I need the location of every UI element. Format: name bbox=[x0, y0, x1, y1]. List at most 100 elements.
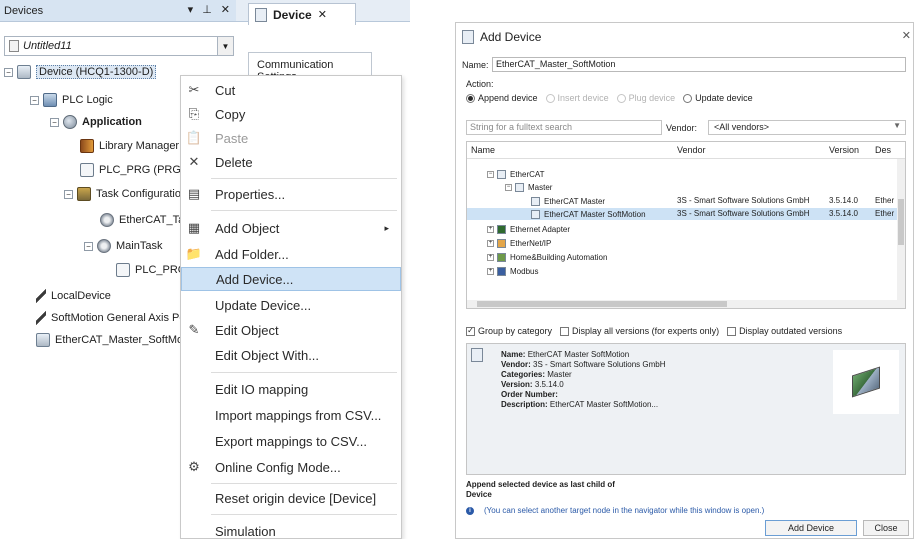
radio-insert-device[interactable]: Insert device bbox=[545, 93, 609, 103]
column-header-name[interactable]: Name bbox=[471, 145, 495, 155]
menu-item-reset-origin-device[interactable]: Reset origin device [Device] bbox=[181, 486, 401, 510]
add-device-button[interactable]: Add Device bbox=[765, 520, 857, 536]
tree-item-task-configuration[interactable]: − Task Configuration bbox=[64, 184, 187, 204]
vendor-select-value: <All vendors> bbox=[714, 122, 770, 132]
menu-item-edit-object-with[interactable]: Edit Object With... bbox=[181, 343, 401, 367]
tab-device[interactable]: Device ✕ bbox=[248, 3, 356, 25]
column-header-description[interactable]: Des bbox=[875, 145, 891, 155]
list-item-master[interactable]: − Master bbox=[467, 181, 899, 193]
list-item-modbus[interactable]: + Modbus bbox=[467, 265, 899, 277]
expand-icon[interactable]: + bbox=[487, 267, 494, 275]
checkbox-label: Group by category bbox=[478, 326, 553, 336]
close-icon[interactable]: ✕ bbox=[902, 29, 911, 42]
menu-item-import-mappings[interactable]: Import mappings from CSV... bbox=[181, 403, 401, 427]
vendor-select[interactable]: <All vendors> ▼ bbox=[708, 120, 906, 135]
expand-icon[interactable]: + bbox=[487, 239, 494, 247]
info-key: Vendor: bbox=[501, 360, 531, 369]
column-header-vendor[interactable]: Vendor bbox=[677, 145, 706, 155]
expand-icon[interactable]: + bbox=[487, 253, 494, 261]
info-version: Version: 3.5.14.0 bbox=[501, 380, 564, 389]
tree-item-plc-prg[interactable]: PLC_PRG bbox=[116, 260, 186, 280]
collapse-icon[interactable]: − bbox=[487, 170, 494, 178]
menu-item-properties[interactable]: ▤ Properties... bbox=[181, 182, 401, 206]
collapse-icon[interactable]: − bbox=[30, 95, 39, 105]
device-preview-image bbox=[833, 350, 899, 414]
menu-item-add-object[interactable]: ▦ Add Object ▸ bbox=[181, 216, 401, 240]
collapse-icon[interactable]: − bbox=[505, 183, 512, 191]
program-icon bbox=[80, 163, 94, 177]
devices-panel-header: Devices ▾ ⊥ ✕ bbox=[0, 0, 236, 22]
tree-item-local-device[interactable]: LocalDevice bbox=[36, 286, 111, 306]
append-target-device: Device bbox=[466, 490, 492, 499]
menu-item-add-folder[interactable]: 📁 Add Folder... bbox=[181, 242, 401, 266]
tree-item-device[interactable]: − Device (HCQ1-1300-D) bbox=[4, 62, 157, 82]
home-automation-icon bbox=[497, 252, 506, 262]
radio-plug-device[interactable]: Plug device bbox=[616, 93, 675, 103]
radio-append-device[interactable]: Append device bbox=[466, 93, 538, 103]
menu-item-add-device[interactable]: Add Device... bbox=[181, 267, 401, 291]
checkbox-display-outdated-versions[interactable]: Display outdated versions bbox=[727, 326, 842, 336]
expand-icon[interactable]: + bbox=[487, 225, 494, 233]
list-item-ethercat[interactable]: − EtherCAT bbox=[467, 168, 899, 180]
radio-update-device[interactable]: Update device bbox=[683, 93, 753, 103]
context-menu: ✂ Cut ⎘ Copy 📋 Paste ✕ Delete ▤ Properti… bbox=[180, 75, 402, 539]
menu-item-copy[interactable]: ⎘ Copy bbox=[181, 102, 401, 126]
tree-item-plc-prg-program[interactable]: PLC_PRG (PRG) bbox=[80, 160, 185, 180]
list-item-ethercat-master-softmotion[interactable]: EtherCAT Master SoftMotion 3S - Smart So… bbox=[467, 208, 899, 220]
close-button[interactable]: Close bbox=[863, 520, 909, 536]
menu-item-edit-object[interactable]: ✎ Edit Object bbox=[181, 318, 401, 342]
list-item-ethercat-master[interactable]: EtherCAT Master 3S - Smart Software Solu… bbox=[467, 195, 899, 207]
menu-item-edit-io-mapping[interactable]: Edit IO mapping bbox=[181, 377, 401, 401]
tree-item-label: SoftMotion General Axis Poo bbox=[51, 312, 192, 324]
close-tab-icon[interactable]: ✕ bbox=[318, 8, 327, 21]
list-item-home-building-automation[interactable]: + Home&Building Automation bbox=[467, 251, 899, 263]
name-field[interactable]: EtherCAT_Master_SoftMotion bbox=[492, 57, 906, 72]
scrollbar-thumb[interactable] bbox=[477, 301, 727, 307]
fulltext-search-input[interactable]: String for a fulltext search bbox=[466, 120, 662, 135]
tree-item-plc-logic[interactable]: − PLC Logic bbox=[30, 90, 113, 110]
vertical-scrollbar[interactable] bbox=[897, 159, 905, 308]
add-device-dialog: Add Device ✕ Name: EtherCAT_Master_SoftM… bbox=[455, 22, 914, 539]
axis-icon bbox=[36, 311, 46, 325]
hint-text: (You can select another target node in t… bbox=[484, 506, 765, 515]
menu-item-paste[interactable]: 📋 Paste bbox=[181, 126, 401, 150]
list-item-ethernet-adapter[interactable]: + Ethernet Adapter bbox=[467, 223, 899, 235]
collapse-icon[interactable]: − bbox=[4, 67, 13, 77]
tree-item-softmotion-pool[interactable]: SoftMotion General Axis Poo bbox=[36, 308, 192, 328]
project-combo[interactable]: Untitled11 ▼ bbox=[4, 36, 234, 56]
category-icon bbox=[497, 169, 506, 179]
radio-indicator bbox=[616, 93, 626, 103]
menu-item-export-mappings[interactable]: Export mappings to CSV... bbox=[181, 429, 401, 453]
info-name: Name: EtherCAT Master SoftMotion bbox=[501, 350, 629, 359]
menu-item-online-config-mode[interactable]: ⚙ Online Config Mode... bbox=[181, 455, 401, 479]
tree-item-ethercat-master[interactable]: EtherCAT_Master_SoftMotic bbox=[36, 330, 194, 350]
checkbox-group-by-category[interactable]: ✓ Group by category bbox=[466, 326, 552, 336]
chevron-down-icon[interactable]: ▼ bbox=[217, 37, 233, 55]
collapse-icon[interactable]: − bbox=[64, 189, 73, 199]
checkbox-display-all-versions[interactable]: Display all versions (for experts only) bbox=[560, 326, 719, 336]
tab-device-label: Device bbox=[273, 7, 312, 22]
tree-item-application[interactable]: − Application bbox=[50, 112, 142, 132]
ethernet-ip-icon bbox=[497, 238, 506, 248]
tree-item-main-task[interactable]: − MainTask bbox=[84, 236, 162, 256]
menu-item-delete[interactable]: ✕ Delete bbox=[181, 150, 401, 174]
column-header-version[interactable]: Version bbox=[829, 145, 859, 155]
menu-item-cut[interactable]: ✂ Cut bbox=[181, 78, 401, 102]
info-value: EtherCAT Master SoftMotion... bbox=[549, 400, 659, 409]
panel-menu-icon[interactable]: ▾ bbox=[188, 3, 194, 16]
row-version: 3.5.14.0 bbox=[829, 196, 858, 205]
horizontal-scrollbar[interactable] bbox=[467, 300, 899, 308]
radio-indicator bbox=[466, 93, 475, 103]
collapse-icon[interactable]: − bbox=[84, 241, 93, 251]
chevron-down-icon: ▼ bbox=[893, 121, 901, 130]
list-item-ethernet-ip[interactable]: + EtherNet/IP bbox=[467, 237, 899, 249]
pin-icon[interactable]: ⊥ bbox=[202, 3, 212, 16]
info-value: EtherCAT Master SoftMotion bbox=[527, 350, 630, 359]
collapse-icon[interactable]: − bbox=[50, 117, 59, 127]
close-panel-icon[interactable]: ✕ bbox=[221, 3, 230, 16]
tree-item-library-manager[interactable]: Library Manager bbox=[80, 136, 179, 156]
row-name: EtherCAT Master SoftMotion bbox=[544, 209, 646, 219]
scrollbar-thumb[interactable] bbox=[898, 199, 904, 245]
menu-item-update-device[interactable]: Update Device... bbox=[181, 293, 401, 317]
menu-item-simulation[interactable]: Simulation bbox=[181, 519, 401, 539]
